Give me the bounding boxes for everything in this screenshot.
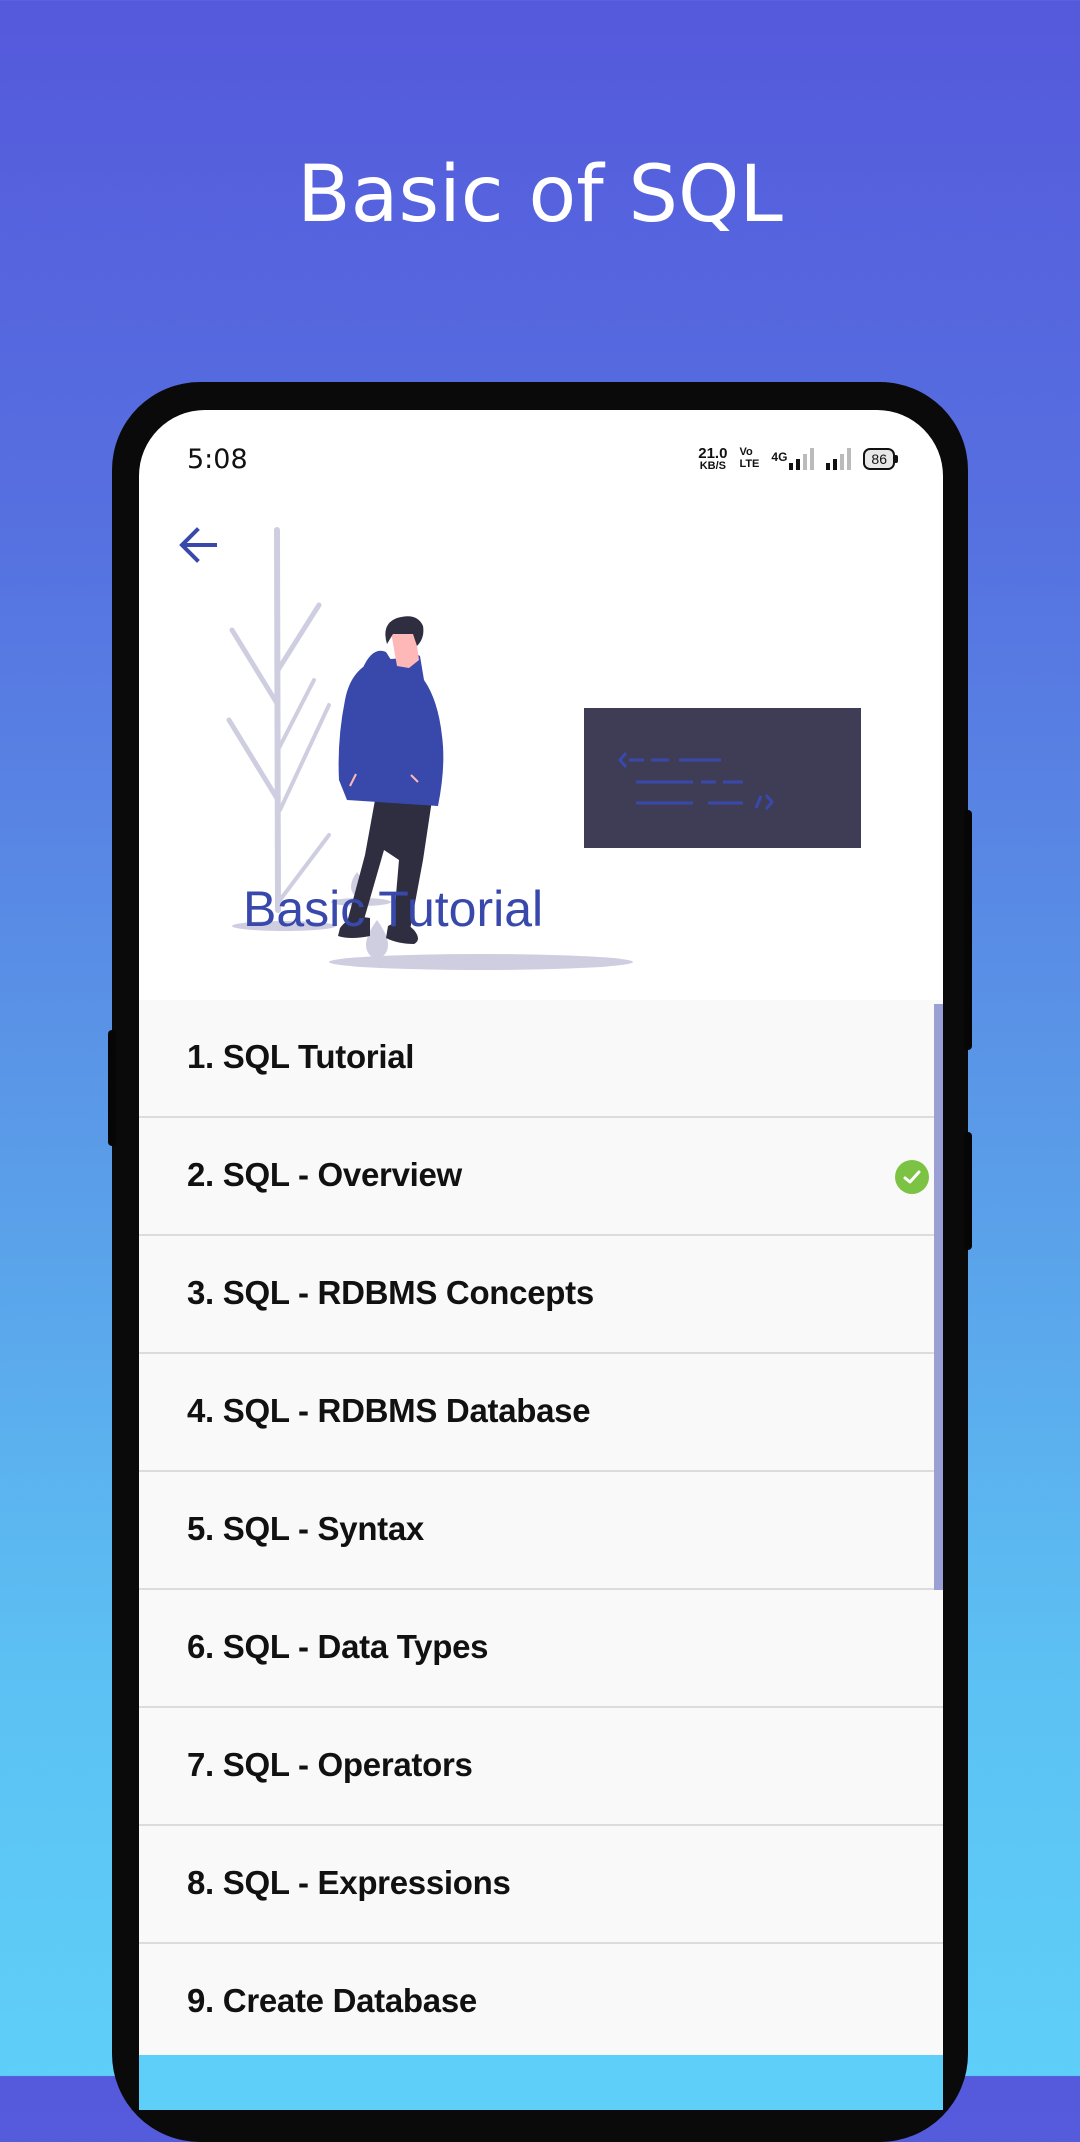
promo-title: Basic of SQL <box>297 150 783 240</box>
status-time: 5:08 <box>187 444 248 475</box>
volte-icon: Vo LTE <box>739 447 759 470</box>
lesson-label: 8. SQL - Expressions <box>187 1864 511 1901</box>
phone-side-button-volume <box>964 810 972 1050</box>
phone-side-button-left <box>108 1030 116 1146</box>
app-screen: 5:08 21.0 KB/S Vo LTE 4G 86 Basic Tutori… <box>139 410 943 2110</box>
battery-level: 86 <box>871 451 887 467</box>
lesson-item-5[interactable]: 5. SQL - Syntax <box>139 1472 943 1590</box>
completed-check-icon <box>895 1160 929 1194</box>
signal-bars-icon <box>789 448 815 470</box>
phone-side-button-power <box>964 1132 972 1250</box>
back-button[interactable] <box>175 522 221 568</box>
signal-bars-sim2-icon <box>826 448 852 470</box>
battery-icon: 86 <box>863 448 898 470</box>
lesson-label: 4. SQL - RDBMS Database <box>187 1392 591 1429</box>
lesson-label: 9. Create Database <box>187 1982 477 2019</box>
lesson-item-8[interactable]: 8. SQL - Expressions <box>139 1826 943 1944</box>
lesson-item-4[interactable]: 4. SQL - RDBMS Database <box>139 1354 943 1472</box>
status-icons: 21.0 KB/S Vo LTE 4G 86 <box>698 444 898 474</box>
lesson-item-6[interactable]: 6. SQL - Data Types <box>139 1590 943 1708</box>
lesson-label: 1. SQL Tutorial <box>187 1038 415 1075</box>
lesson-list: 1. SQL Tutorial 2. SQL - Overview 3. SQL… <box>139 1000 943 2062</box>
lesson-item-7[interactable]: 7. SQL - Operators <box>139 1708 943 1826</box>
signal-sim1: 4G <box>771 448 815 470</box>
section-title: Basic Tutorial <box>243 881 544 937</box>
network-speed-value: 21.0 <box>698 445 728 462</box>
code-board-illustration <box>584 708 861 848</box>
lesson-label: 7. SQL - Operators <box>187 1746 473 1783</box>
lesson-label: 2. SQL - Overview <box>187 1156 462 1193</box>
lesson-label: 6. SQL - Data Types <box>187 1628 489 1665</box>
status-bar: 5:08 21.0 KB/S Vo LTE 4G 86 <box>139 410 943 510</box>
lesson-item-9[interactable]: 9. Create Database <box>139 1944 943 2062</box>
lesson-item-2[interactable]: 2. SQL - Overview <box>139 1118 943 1236</box>
scrollbar[interactable] <box>934 1004 943 1590</box>
lesson-item-1[interactable]: 1. SQL Tutorial <box>139 1000 943 1118</box>
bottom-strip <box>139 2055 943 2110</box>
volte-bottom: LTE <box>739 458 760 470</box>
lesson-label: 5. SQL - Syntax <box>187 1510 424 1547</box>
network-type: 4G <box>771 450 788 464</box>
lesson-item-3[interactable]: 3. SQL - RDBMS Concepts <box>139 1236 943 1354</box>
lesson-label: 3. SQL - RDBMS Concepts <box>187 1274 594 1311</box>
network-speed: 21.0 KB/S <box>698 446 727 472</box>
arrow-left-icon <box>179 527 217 563</box>
network-speed-unit: KB/S <box>699 460 726 472</box>
